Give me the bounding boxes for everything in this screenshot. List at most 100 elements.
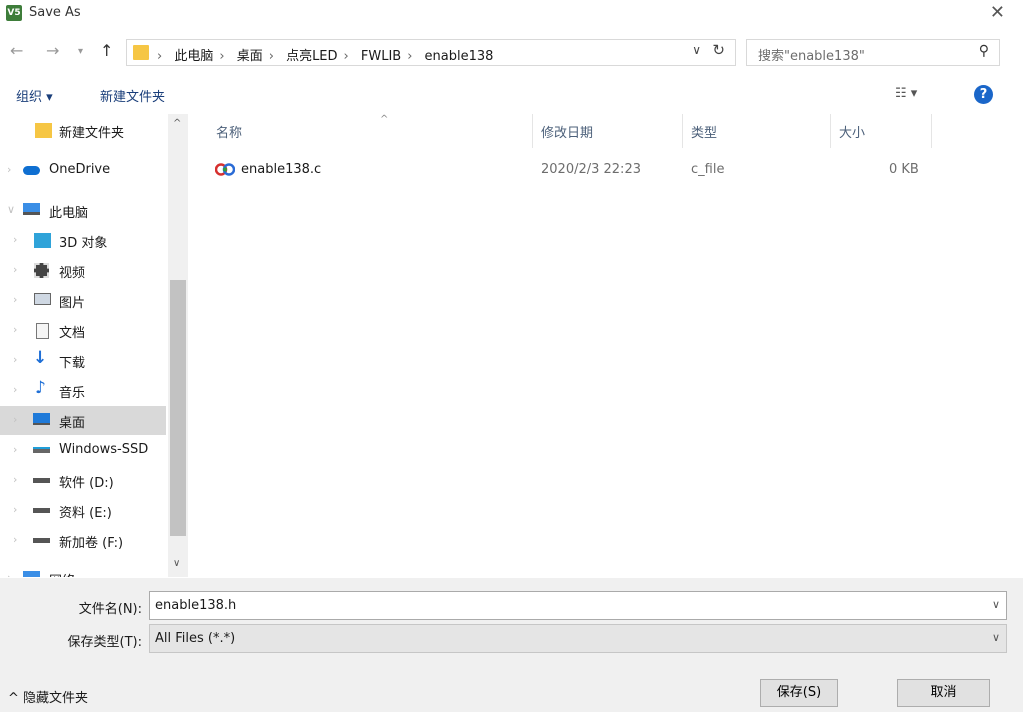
filename-label: 文件名(N): <box>78 602 142 617</box>
search-icon[interactable]: ⚲ <box>979 43 989 59</box>
sidebar-item-drive-e[interactable]: › 资料 (E:) <box>0 496 166 525</box>
search-input[interactable]: 搜索"enable138" ⚲ <box>746 39 1000 66</box>
folder-icon <box>35 123 52 138</box>
organize-button[interactable]: 组织 ▾ <box>16 86 53 105</box>
chevron-right-icon[interactable]: › <box>13 293 17 306</box>
refresh-icon[interactable]: ↻ <box>712 41 725 59</box>
sidebar-item-drive-d[interactable]: › 软件 (D:) <box>0 466 166 495</box>
sidebar-item-label: 网络 <box>49 570 75 577</box>
chevron-right-icon[interactable]: › <box>13 353 17 366</box>
column-header-modified[interactable]: 修改日期 <box>533 114 683 148</box>
filetype-select[interactable]: All Files (*.*) ∨ <box>149 624 1007 653</box>
sidebar-item-label: 软件 (D:) <box>59 476 114 491</box>
breadcrumb-item[interactable]: enable138 <box>425 49 494 64</box>
new-folder-button[interactable]: 新建文件夹 <box>100 86 165 105</box>
save-options-panel: 文件名(N): enable138.h ∨ 保存类型(T): All Files… <box>0 578 1023 712</box>
file-size: 0 KB <box>889 162 919 177</box>
folder-icon <box>133 45 149 60</box>
search-placeholder: 搜索"enable138" <box>758 49 865 64</box>
sidebar-item-windows-ssd[interactable]: › Windows-SSD <box>0 436 166 465</box>
breadcrumb-item[interactable]: 桌面 <box>237 49 263 64</box>
chevron-right-icon[interactable]: › <box>13 263 17 276</box>
music-icon: ♪ <box>35 378 46 398</box>
cube-icon <box>34 233 51 248</box>
save-button[interactable]: 保存(S) <box>760 679 838 707</box>
column-header-label: 类型 <box>691 126 718 141</box>
scrollbar-thumb[interactable] <box>170 280 186 536</box>
address-bar[interactable]: › 此电脑 › 桌面 › 点亮LED › FWLIB › enable138 ∨ ↻ <box>126 39 736 66</box>
chevron-right-icon[interactable]: › <box>13 503 17 516</box>
filetype-label: 保存类型(T): <box>67 635 142 650</box>
chevron-right-icon[interactable]: › <box>13 443 17 456</box>
chevron-down-icon[interactable]: ∨ <box>992 598 1000 611</box>
chevron-right-icon[interactable]: › <box>7 571 11 577</box>
forward-arrow-icon[interactable]: → <box>46 41 59 60</box>
sort-arrow-icon: ^ <box>380 114 389 125</box>
title-bar: V5 Save As ✕ <box>0 0 1023 28</box>
document-icon <box>36 323 49 339</box>
column-header-size[interactable]: 大小 <box>831 114 932 148</box>
back-arrow-icon[interactable]: ← <box>10 41 23 60</box>
sidebar-item-documents[interactable]: › 文档 <box>0 316 166 345</box>
sidebar-scrollbar[interactable]: ^ ∨ <box>168 114 188 577</box>
chevron-right-icon[interactable]: › <box>13 413 17 426</box>
chevron-right-icon[interactable]: › <box>13 383 17 396</box>
cancel-button[interactable]: 取消 <box>897 679 990 707</box>
sidebar-item-new-folder[interactable]: 新建文件夹 <box>0 116 166 145</box>
close-icon[interactable]: ✕ <box>990 2 1005 23</box>
file-modified: 2020/2/3 22:23 <box>541 162 641 177</box>
sidebar-item-label: 此电脑 <box>49 206 89 221</box>
sidebar-item-label: 音乐 <box>59 386 86 401</box>
sidebar-item-label: 新加卷 (F:) <box>59 536 124 551</box>
view-options-icon[interactable]: ☷ ▾ <box>895 86 917 101</box>
recent-chevron-icon[interactable]: ▾ <box>78 46 83 57</box>
sidebar-item-label: 3D 对象 <box>59 236 108 251</box>
sidebar-item-label: 文档 <box>59 326 86 341</box>
drive-icon <box>33 478 50 483</box>
sidebar-item-label: 下载 <box>59 356 86 371</box>
chevron-right-icon[interactable]: › <box>13 473 17 486</box>
drive-icon <box>33 447 50 453</box>
sidebar-item-pictures[interactable]: › 图片 <box>0 286 166 315</box>
sidebar-item-this-pc[interactable]: ∨ 此电脑 <box>0 196 166 225</box>
sidebar-item-desktop[interactable]: › 桌面 <box>0 406 166 435</box>
toolbar: 组织 ▾ 新建文件夹 ☷ ▾ ? <box>0 80 1023 110</box>
column-header-label: 修改日期 <box>541 126 594 141</box>
help-icon[interactable]: ? <box>974 85 993 104</box>
column-header-type[interactable]: 类型 <box>683 114 831 148</box>
drive-icon <box>33 508 50 513</box>
breadcrumb-item[interactable]: FWLIB <box>361 49 401 64</box>
chevron-right-icon[interactable]: › <box>13 533 17 546</box>
sidebar-item-label: OneDrive <box>49 162 111 177</box>
sidebar-item-videos[interactable]: › 视频 <box>0 256 166 285</box>
chevron-right-icon[interactable]: › <box>13 233 17 246</box>
table-row[interactable]: enable138.c 2020/2/3 22:23 c_file 0 KB <box>190 156 950 184</box>
sidebar-item-3d-objects[interactable]: › 3D 对象 <box>0 226 166 255</box>
breadcrumb: › 此电脑 › 桌面 › 点亮LED › FWLIB › enable138 <box>157 49 494 64</box>
chevron-right-icon[interactable]: › <box>13 323 17 336</box>
sidebar-item-downloads[interactable]: › ↓ 下载 <box>0 346 166 375</box>
column-header-label: 名称 <box>216 126 243 141</box>
scroll-up-icon[interactable]: ^ <box>173 118 181 129</box>
file-list: 名称 ^ 修改日期 类型 大小 enable138.c 2020/2/3 22:… <box>190 114 1023 577</box>
chevron-down-icon[interactable]: ∨ <box>7 203 15 216</box>
download-icon: ↓ <box>33 348 48 368</box>
column-header-name[interactable]: 名称 ^ <box>208 114 533 148</box>
sidebar-item-network[interactable]: › 网络 <box>0 564 166 577</box>
navigation-bar: ← → ▾ ↑ › 此电脑 › 桌面 › 点亮LED › FWLIB › enable1… <box>0 36 1023 68</box>
sidebar-item-onedrive[interactable]: › OneDrive <box>0 156 166 185</box>
filename-input[interactable]: enable138.h ∨ <box>149 591 1007 620</box>
up-arrow-icon[interactable]: ↑ <box>100 41 113 60</box>
breadcrumb-item[interactable]: 此电脑 <box>174 49 213 64</box>
sidebar-item-music[interactable]: › ♪ 音乐 <box>0 376 166 405</box>
chevron-down-icon[interactable]: ∨ <box>992 631 1000 644</box>
hide-folders-toggle[interactable]: ^ 隐藏文件夹 <box>8 687 88 706</box>
film-icon <box>34 263 49 278</box>
file-type: c_file <box>691 162 725 177</box>
address-dropdown-icon[interactable]: ∨ <box>692 43 701 57</box>
scroll-down-icon[interactable]: ∨ <box>173 558 180 569</box>
chevron-right-icon[interactable]: › <box>7 163 11 176</box>
breadcrumb-item[interactable]: 点亮LED <box>286 49 337 64</box>
sidebar-item-drive-f[interactable]: › 新加卷 (F:) <box>0 526 166 555</box>
sidebar-item-label: 桌面 <box>59 416 86 431</box>
